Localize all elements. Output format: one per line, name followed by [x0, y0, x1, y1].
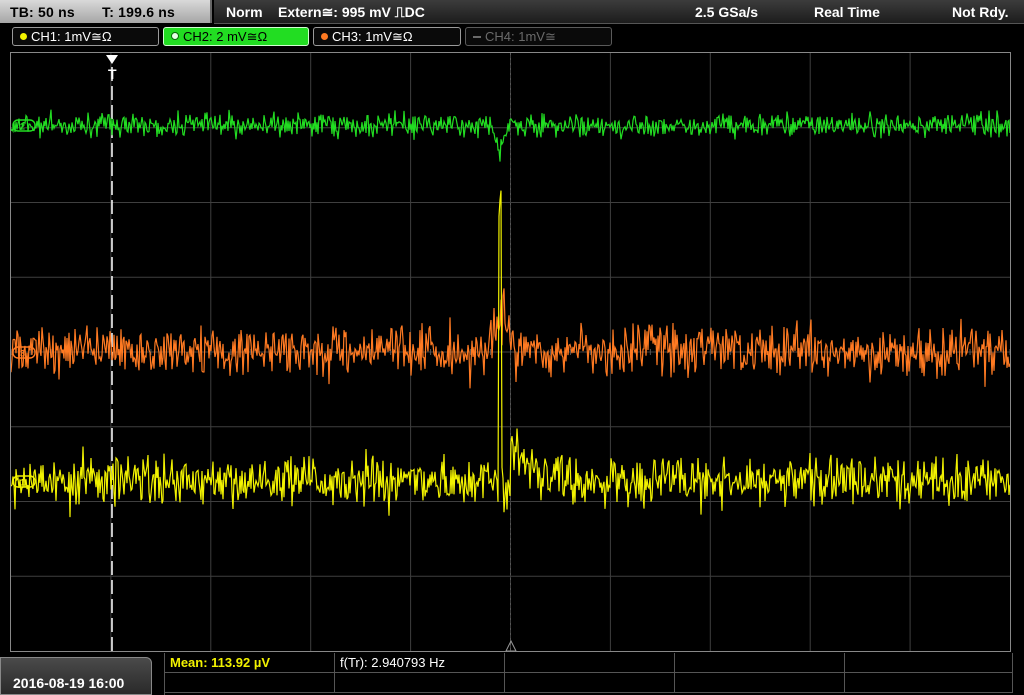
- channel-bar: CH1: 1mV≅Ω CH2: 2 mV≅Ω CH3: 1mV≅Ω CH4: 1…: [0, 25, 1024, 49]
- channel-tab-ch4[interactable]: CH4: 1mV≅: [465, 27, 612, 46]
- channel-tab-ch1[interactable]: CH1: 1mV≅Ω: [12, 27, 159, 46]
- measurement-slot-6[interactable]: [165, 673, 335, 693]
- ch3-label: CH3: 1mV≅Ω: [332, 29, 413, 44]
- ch1-ground-label: 1: [20, 478, 25, 488]
- trigger-time-label: T: 199.6 ns: [102, 4, 176, 20]
- measurement-slot-9[interactable]: [675, 673, 845, 693]
- ch3-ground-label: 3: [20, 349, 25, 359]
- timebase-label: TB: 50 ns: [10, 4, 75, 20]
- acquisition-mode[interactable]: Norm: [226, 4, 263, 20]
- measurement-slot-4[interactable]: [675, 653, 845, 673]
- waveform-plot: T 2 3 1: [11, 53, 1010, 651]
- ch2-label: CH2: 2 mV≅Ω: [183, 29, 268, 44]
- measurement-mean[interactable]: Mean: 113.92 µV: [165, 653, 335, 673]
- channel-tab-ch2[interactable]: CH2: 2 mV≅Ω: [163, 27, 309, 46]
- trigger-info[interactable]: Extern≅: 995 mV ⎍DC: [278, 4, 425, 21]
- status-header: TB: 50 ns T: 199.6 ns Norm Extern≅: 995 …: [0, 0, 1024, 24]
- trigger-position-arrow-icon: [106, 55, 118, 64]
- ch4-label: CH4: 1mV≅: [485, 29, 556, 44]
- measurement-slot-5[interactable]: [845, 653, 1013, 673]
- ch1-color-dot: [20, 33, 27, 40]
- measurement-table: Mean: 113.92 µV f(Tr): 2.940793 Hz: [164, 653, 1013, 695]
- measurement-frequency[interactable]: f(Tr): 2.940793 Hz: [335, 653, 505, 673]
- measurement-slot-7[interactable]: [335, 673, 505, 693]
- ch2-ground-label: 2: [20, 122, 25, 132]
- time-mode: Real Time: [814, 4, 880, 20]
- acquisition-strip: Norm Extern≅: 995 mV ⎍DC 2.5 GSa/s Real …: [214, 0, 1024, 24]
- measurement-slot-3[interactable]: [505, 653, 675, 673]
- channel-tab-ch3[interactable]: CH3: 1mV≅Ω: [313, 27, 461, 46]
- measurement-slot-8[interactable]: [505, 673, 675, 693]
- ch4-off-icon: [473, 36, 481, 38]
- trigger-marker-label: T: [108, 66, 117, 82]
- sample-rate: 2.5 GSa/s: [695, 4, 759, 20]
- ch2-color-dot: [171, 32, 179, 40]
- ch1-label: CH1: 1mV≅Ω: [31, 29, 112, 44]
- datetime-label: 2016-08-19 16:00: [13, 675, 125, 691]
- datetime-panel: 2016-08-19 16:00: [0, 657, 152, 695]
- waveform-display[interactable]: T 2 3 1: [10, 52, 1011, 652]
- ch3-color-dot: [321, 33, 328, 40]
- measurement-slot-10[interactable]: [845, 673, 1013, 693]
- timebase-panel[interactable]: TB: 50 ns T: 199.6 ns: [0, 0, 212, 23]
- acquisition-status: Not Rdy.: [952, 4, 1009, 20]
